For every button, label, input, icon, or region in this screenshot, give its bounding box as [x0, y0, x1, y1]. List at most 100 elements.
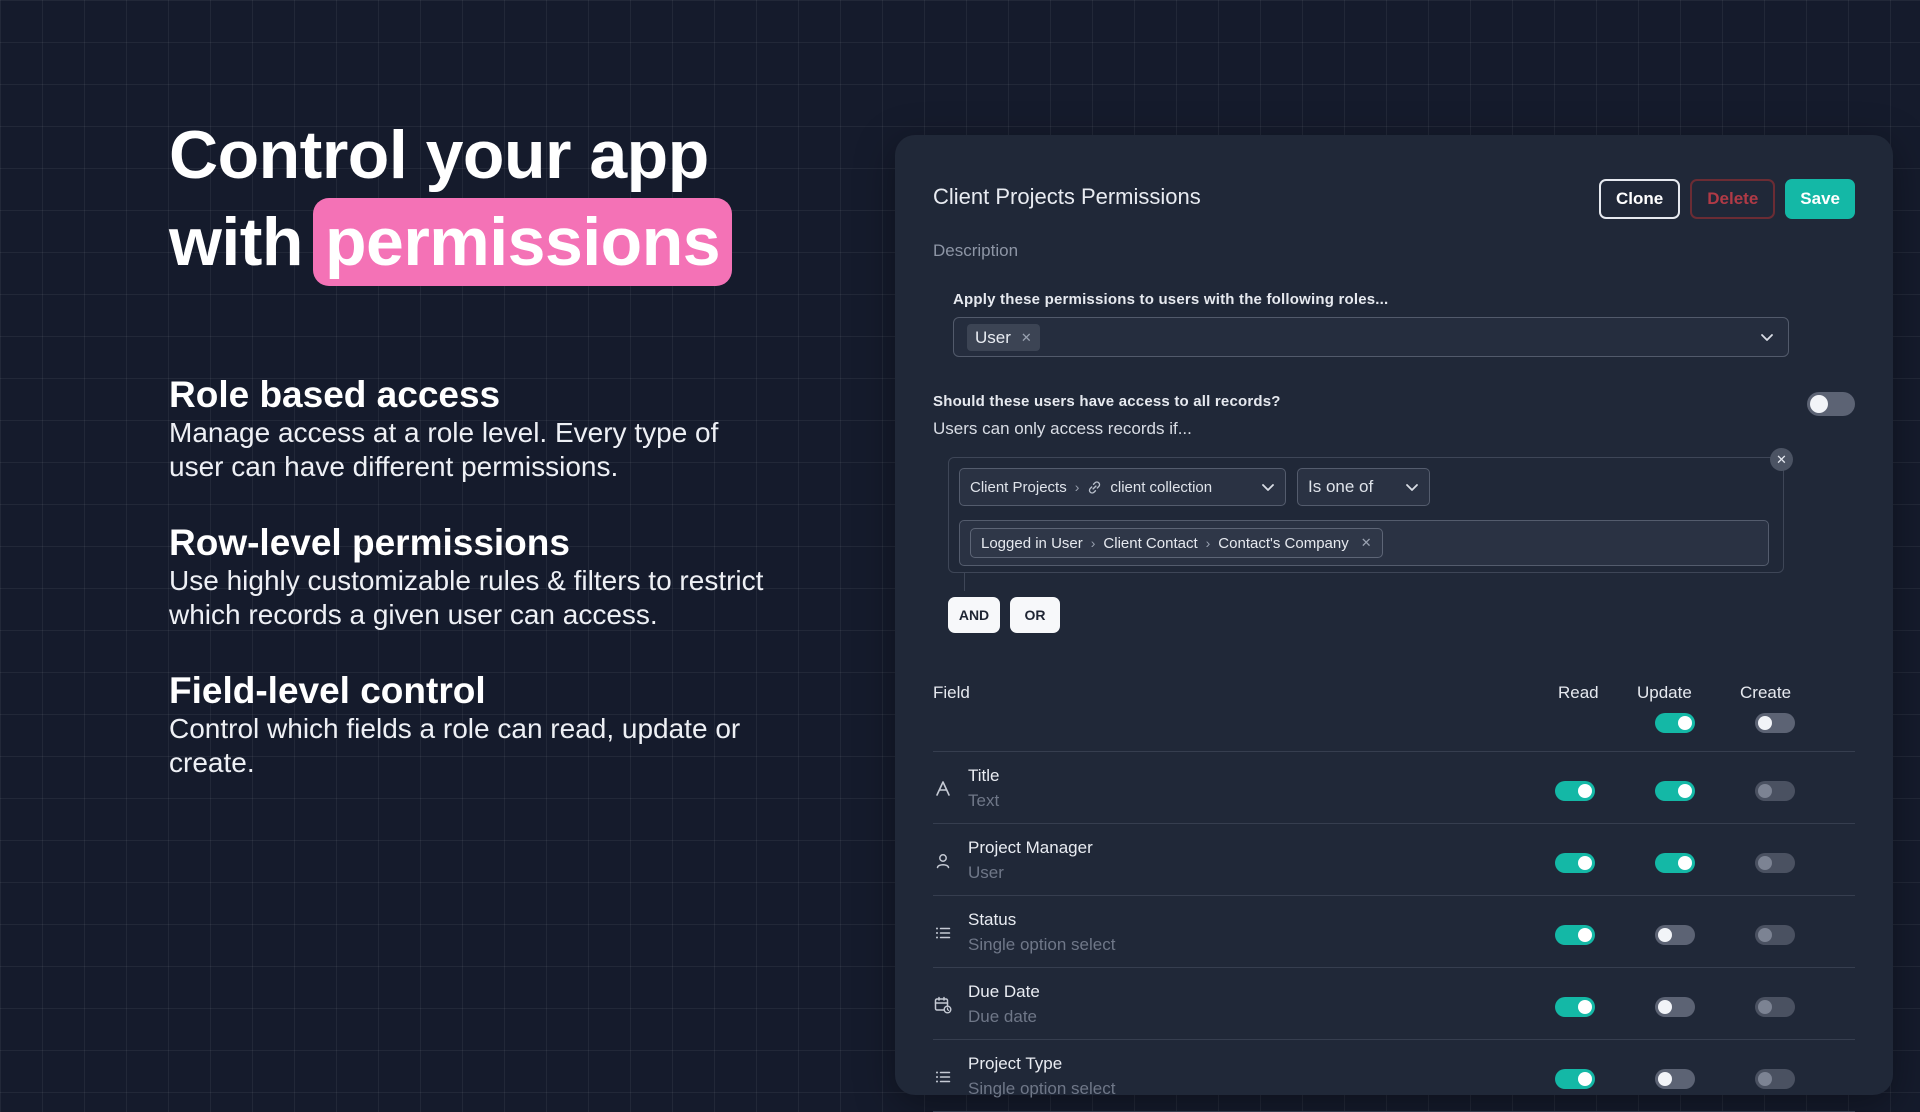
- all-records-question: Should these users have access to all re…: [933, 393, 1281, 410]
- remove-role-icon[interactable]: ✕: [1021, 330, 1032, 346]
- toggle-switch[interactable]: [1655, 853, 1695, 873]
- field-name: Due Date: [968, 982, 1040, 1001]
- field-name: Project Type: [968, 1054, 1063, 1073]
- create-toggle[interactable]: [1755, 997, 1795, 1017]
- value-path-chip: Logged in User › Client Contact › Contac…: [970, 528, 1383, 558]
- create-toggle[interactable]: [1755, 781, 1795, 801]
- create-all-toggle[interactable]: [1755, 713, 1795, 733]
- list-icon: [933, 923, 953, 943]
- role-chip-label: User: [975, 327, 1011, 347]
- toggle-switch[interactable]: [1755, 713, 1795, 733]
- roles-label: Apply these permissions to users with th…: [953, 291, 1389, 308]
- toggle-knob: [1658, 1000, 1672, 1014]
- field-type: Single option select: [968, 1079, 1116, 1098]
- toggle-knob: [1810, 395, 1828, 413]
- toggle-switch[interactable]: [1555, 925, 1595, 945]
- update-all-toggle[interactable]: [1655, 713, 1695, 733]
- feature-body-line: create.: [169, 747, 255, 778]
- hero-title-line2: with permissions: [169, 198, 889, 286]
- condition-intro: Users can only access records if...: [933, 419, 1192, 438]
- field-row: Project Manager User: [933, 824, 1855, 894]
- operator-label: Is one of: [1308, 477, 1374, 496]
- hero: Control your app with permissions: [169, 112, 889, 286]
- save-button[interactable]: Save: [1785, 179, 1855, 219]
- feature-list: Role based access Manage access at a rol…: [169, 374, 849, 818]
- role-chip: User ✕: [967, 324, 1040, 351]
- toggle-switch[interactable]: [1555, 1069, 1595, 1089]
- toggle-knob: [1678, 856, 1692, 870]
- chevron-down-icon[interactable]: [1760, 330, 1774, 344]
- feature-title: Row-level permissions: [169, 522, 570, 563]
- create-toggle[interactable]: [1755, 853, 1795, 873]
- field-row: Due Date Due date: [933, 968, 1855, 1038]
- toggle-knob: [1658, 928, 1672, 942]
- field-row: Project Type Single option select: [933, 1040, 1855, 1110]
- value-path-segment: Contact's Company: [1218, 534, 1349, 552]
- panel-title: Client Projects Permissions: [933, 184, 1201, 209]
- feature-body-line: Control which fields a role can read, up…: [169, 713, 741, 744]
- feature-body-line: which records a given user can access.: [169, 599, 658, 630]
- field-path-segment: Client Projects: [970, 478, 1067, 496]
- link-icon: [1089, 480, 1101, 494]
- feature-body-line: Use highly customizable rules & filters …: [169, 565, 764, 596]
- toggle-knob: [1658, 1072, 1672, 1086]
- toggle-knob: [1678, 784, 1692, 798]
- toggle-switch[interactable]: [1755, 853, 1795, 873]
- update-toggle[interactable]: [1655, 997, 1695, 1017]
- condition-operator-select[interactable]: Is one of: [1297, 468, 1430, 506]
- toggle-switch[interactable]: [1655, 713, 1695, 733]
- condition-value-input[interactable]: Logged in User › Client Contact › Contac…: [959, 520, 1769, 566]
- toggle-knob: [1758, 1072, 1772, 1086]
- hero-title: Control your app with permissions: [169, 112, 889, 286]
- toggle-knob: [1578, 784, 1592, 798]
- field-row: Status Single option select: [933, 896, 1855, 966]
- text-type-icon: [933, 779, 953, 799]
- toggle-knob: [1578, 856, 1592, 870]
- remove-value-icon[interactable]: ✕: [1361, 535, 1372, 551]
- toggle-switch[interactable]: [1755, 781, 1795, 801]
- update-toggle[interactable]: [1655, 925, 1695, 945]
- update-toggle[interactable]: [1655, 1069, 1695, 1089]
- feature-body: Control which fields a role can read, up…: [169, 712, 849, 780]
- toggle-switch[interactable]: [1755, 1069, 1795, 1089]
- and-button[interactable]: AND: [948, 597, 1000, 633]
- toggle-switch[interactable]: [1555, 997, 1595, 1017]
- read-toggle[interactable]: [1555, 781, 1595, 801]
- read-toggle[interactable]: [1555, 925, 1595, 945]
- toggle-switch[interactable]: [1655, 997, 1695, 1017]
- toggle-knob: [1758, 1000, 1772, 1014]
- toggle-switch[interactable]: [1755, 925, 1795, 945]
- read-toggle[interactable]: [1555, 1069, 1595, 1089]
- toggle-switch[interactable]: [1555, 853, 1595, 873]
- toggle-switch[interactable]: [1655, 1069, 1695, 1089]
- toggle-switch[interactable]: [1807, 392, 1855, 416]
- read-toggle[interactable]: [1555, 997, 1595, 1017]
- roles-select[interactable]: User ✕: [953, 317, 1789, 357]
- toggle-switch[interactable]: [1655, 781, 1695, 801]
- toggle-knob: [1758, 928, 1772, 942]
- create-toggle[interactable]: [1755, 1069, 1795, 1089]
- clone-button[interactable]: Clone: [1599, 179, 1681, 219]
- update-toggle[interactable]: [1655, 853, 1695, 873]
- col-create: Create: [1740, 683, 1792, 702]
- toggle-switch[interactable]: [1655, 925, 1695, 945]
- feature-item: Field-level control Control which fields…: [169, 670, 849, 780]
- description-field[interactable]: Description: [933, 241, 1018, 261]
- delete-button[interactable]: Delete: [1690, 179, 1776, 219]
- field-path-segment: client collection: [1110, 478, 1213, 496]
- field-type: Due date: [968, 1007, 1037, 1026]
- chevron-right-icon: ›: [1205, 535, 1211, 551]
- read-toggle[interactable]: [1555, 853, 1595, 873]
- create-toggle[interactable]: [1755, 925, 1795, 945]
- chevron-down-icon: [1406, 484, 1418, 491]
- condition-field-select[interactable]: Client Projects › client collection: [959, 468, 1286, 506]
- update-toggle[interactable]: [1655, 781, 1695, 801]
- field-name: Title: [968, 766, 1000, 785]
- col-field: Field: [933, 683, 970, 702]
- or-button[interactable]: OR: [1010, 597, 1060, 633]
- remove-condition-icon[interactable]: ✕: [1770, 448, 1793, 471]
- all-records-toggle[interactable]: [1807, 392, 1855, 416]
- toggle-switch[interactable]: [1755, 997, 1795, 1017]
- toggle-switch[interactable]: [1555, 781, 1595, 801]
- field-type: Text: [968, 791, 1000, 810]
